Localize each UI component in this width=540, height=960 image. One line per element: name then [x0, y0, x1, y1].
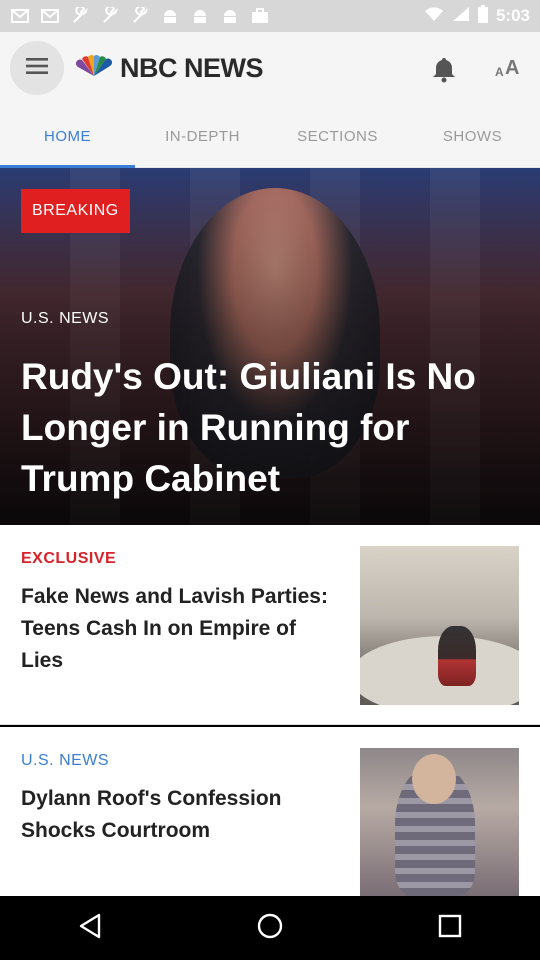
menu-button[interactable]	[10, 41, 64, 95]
android-icon	[160, 7, 180, 25]
thumbnail-person	[438, 626, 476, 686]
story-category: U.S. NEWS	[21, 752, 110, 769]
app-bar: NBC NEWS A A	[0, 32, 540, 104]
tool-icon	[100, 7, 120, 25]
story-thumbnail	[360, 748, 519, 896]
mail-icon	[40, 7, 60, 25]
recents-icon	[437, 913, 463, 944]
tab-sections[interactable]: SECTIONS	[270, 104, 405, 168]
hero-category: U.S. NEWS	[21, 310, 110, 327]
status-bar: 5:03	[0, 0, 540, 32]
story-card[interactable]: U.S. NEWS Dylann Roof's Confession Shock…	[0, 727, 540, 896]
story-headline: Fake News and Lavish Parties: Teens Cash…	[21, 585, 328, 672]
logo-text: NBC NEWS	[120, 52, 264, 83]
story-thumbnail	[360, 546, 519, 705]
home-button[interactable]	[246, 904, 294, 952]
android-icon	[190, 7, 210, 25]
back-icon	[77, 912, 103, 945]
status-time: 5:03	[495, 6, 530, 25]
back-button[interactable]	[66, 904, 114, 952]
story-card[interactable]: EXCLUSIVE Fake News and Lavish Parties: …	[0, 525, 540, 725]
menu-icon	[26, 57, 48, 80]
hero-headline: Rudy's Out: Giuliani Is No Longer in Run…	[21, 356, 476, 499]
story-category: EXCLUSIVE	[21, 550, 117, 567]
briefcase-icon	[250, 7, 270, 25]
signal-icon	[452, 6, 470, 27]
nbc-news-logo[interactable]: NBC NEWS	[75, 52, 264, 83]
status-icons-left	[10, 7, 270, 25]
bell-icon	[429, 58, 459, 88]
hero-story[interactable]: BREAKING U.S. NEWS Rudy's Out: Giuliani …	[0, 168, 540, 525]
mail-icon	[10, 7, 30, 25]
status-icons-right: 5:03	[424, 4, 530, 28]
android-icon	[220, 7, 240, 25]
notifications-button[interactable]	[429, 54, 459, 84]
wifi-icon	[424, 6, 444, 27]
tab-home[interactable]: HOME	[0, 104, 135, 168]
home-icon	[256, 912, 284, 945]
text-size-button[interactable]: A A	[492, 54, 526, 80]
text-size-big-a: A	[505, 57, 520, 79]
section-tabs: HOME IN-DEPTH SECTIONS SHOWS	[0, 104, 540, 168]
peacock-icon	[75, 54, 113, 83]
tab-shows[interactable]: SHOWS	[405, 104, 540, 168]
tool-icon	[70, 7, 90, 25]
tool-icon	[130, 7, 150, 25]
system-nav-bar	[0, 896, 540, 960]
story-headline: Dylann Roof's Confession Shocks Courtroo…	[21, 787, 282, 842]
recents-button[interactable]	[426, 904, 474, 952]
breaking-badge: BREAKING	[21, 189, 130, 233]
text-size-small-a: A	[495, 65, 504, 79]
tab-in-depth[interactable]: IN-DEPTH	[135, 104, 270, 168]
thumbnail-head	[412, 754, 456, 804]
battery-icon	[477, 4, 488, 28]
